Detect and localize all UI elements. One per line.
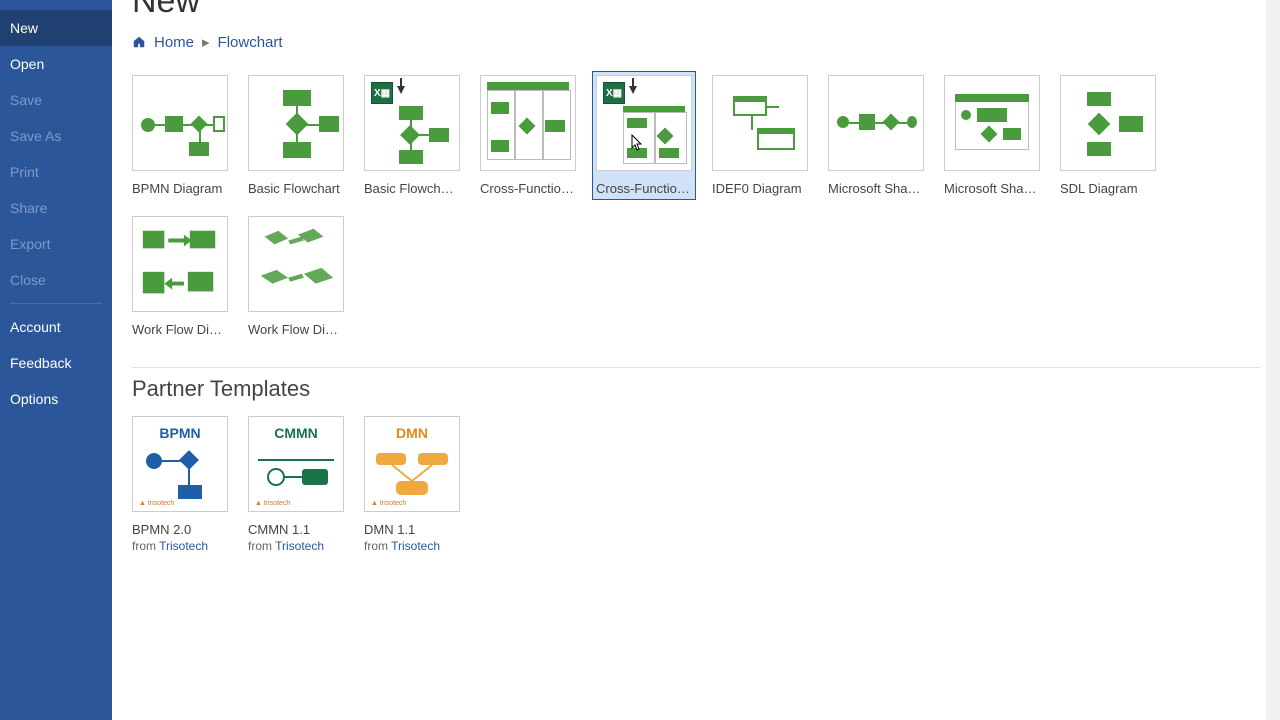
nav-label: Save As	[10, 128, 61, 144]
template-workflow-diagram-3d[interactable]: Work Flow Diagr...	[248, 216, 344, 337]
template-thumb	[480, 75, 576, 171]
partner-label: DMN 1.1	[364, 522, 460, 537]
nav-label: Account	[10, 319, 61, 335]
vendor-link[interactable]: Trisotech	[275, 539, 324, 553]
template-label: Work Flow Diagr...	[248, 322, 344, 337]
excel-icon: X▦	[603, 82, 625, 104]
nav-open[interactable]: Open	[0, 46, 112, 82]
nav-share: Share	[0, 190, 112, 226]
nav-label: Print	[10, 164, 39, 180]
template-label: BPMN Diagram	[132, 181, 228, 196]
import-arrow-icon	[397, 86, 405, 94]
home-icon	[132, 35, 146, 49]
template-cross-functional[interactable]: Cross-Functional...	[480, 75, 576, 196]
templates-grid: BPMN Diagram Basic Flowchart X▦	[132, 75, 1260, 337]
partner-vendor: from Trisotech	[132, 539, 228, 553]
nav-label: Share	[10, 200, 47, 216]
template-thumb	[132, 216, 228, 312]
template-label: Cross-Functional...	[480, 181, 576, 196]
nav-label: Save	[10, 92, 42, 108]
nav-account[interactable]: Account	[0, 309, 112, 345]
nav-save-as: Save As	[0, 118, 112, 154]
section-divider	[132, 367, 1260, 368]
nav-label: Feedback	[10, 355, 71, 371]
template-thumb: X▦	[364, 75, 460, 171]
template-sharepoint-workflow-2[interactable]: Microsoft Share...	[944, 75, 1040, 196]
trisotech-logo: ▲ trisotech	[255, 500, 290, 507]
vertical-scrollbar[interactable]	[1266, 0, 1280, 720]
template-thumb	[248, 216, 344, 312]
partner-thumb-title: DMN	[396, 425, 428, 441]
template-bpmn-diagram[interactable]: BPMN Diagram	[132, 75, 228, 196]
main-content: New Home ▸ Flowchart BPMN Diagram	[112, 0, 1280, 720]
template-sdl-diagram[interactable]: SDL Diagram	[1060, 75, 1156, 196]
nav-print: Print	[0, 154, 112, 190]
partner-vendor: from Trisotech	[248, 539, 344, 553]
nav-label: Open	[10, 56, 44, 72]
excel-icon: X▦	[371, 82, 393, 104]
nav-label: Export	[10, 236, 50, 252]
template-thumb: X▦	[596, 75, 692, 171]
template-label: Microsoft Share...	[828, 181, 924, 196]
vendor-link[interactable]: Trisotech	[159, 539, 208, 553]
nav-options[interactable]: Options	[0, 381, 112, 417]
template-label: IDEF0 Diagram	[712, 181, 808, 196]
nav-label: Close	[10, 272, 46, 288]
nav-export: Export	[0, 226, 112, 262]
breadcrumb: Home ▸ Flowchart	[132, 33, 1260, 51]
partner-bpmn[interactable]: BPMN ▲ trisotech BPMN 2.0 from Trisotech	[132, 416, 228, 553]
partner-templates-grid: BPMN ▲ trisotech BPMN 2.0 from Trisotech…	[132, 416, 1260, 553]
template-thumb	[248, 75, 344, 171]
template-thumb	[132, 75, 228, 171]
template-workflow-diagram[interactable]: Work Flow Diagr...	[132, 216, 228, 337]
vendor-link[interactable]: Trisotech	[391, 539, 440, 553]
template-sharepoint-workflow[interactable]: Microsoft Share...	[828, 75, 924, 196]
nav-label: Options	[10, 391, 58, 407]
partner-cmmn[interactable]: CMMN ▲ trisotech CMMN 1.1 from Trisotech	[248, 416, 344, 553]
template-label: Cross-Functional...	[596, 181, 692, 196]
trisotech-logo: ▲ trisotech	[371, 500, 406, 507]
template-label: Basic Flowchart...	[364, 181, 460, 196]
chevron-right-icon: ▸	[202, 33, 210, 51]
nav-feedback[interactable]: Feedback	[0, 345, 112, 381]
partner-label: CMMN 1.1	[248, 522, 344, 537]
import-arrow-icon	[629, 86, 637, 94]
nav-new[interactable]: New	[0, 10, 112, 46]
partner-dmn[interactable]: DMN ▲ trisotech DMN 1.1 from Trisotech	[364, 416, 460, 553]
template-label: Basic Flowchart	[248, 181, 344, 196]
nav-close: Close	[0, 262, 112, 298]
trisotech-logo: ▲ trisotech	[139, 500, 174, 507]
page-title: New	[132, 0, 1260, 21]
partner-thumb: DMN ▲ trisotech	[364, 416, 460, 512]
template-idef0-diagram[interactable]: IDEF0 Diagram	[712, 75, 808, 196]
nav-label: New	[10, 20, 38, 36]
partner-thumb: CMMN ▲ trisotech	[248, 416, 344, 512]
template-thumb	[944, 75, 1040, 171]
template-cross-functional-data[interactable]: X▦ Cross-Functional...	[592, 71, 696, 200]
backstage-sidebar: New Open Save Save As Print Share Export…	[0, 0, 112, 720]
template-thumb	[712, 75, 808, 171]
template-thumb	[1060, 75, 1156, 171]
nav-save: Save	[0, 82, 112, 118]
partner-label: BPMN 2.0	[132, 522, 228, 537]
partner-vendor: from Trisotech	[364, 539, 460, 553]
template-label: Microsoft Share...	[944, 181, 1040, 196]
template-basic-flowchart[interactable]: Basic Flowchart	[248, 75, 344, 196]
template-thumb	[828, 75, 924, 171]
partner-templates-heading: Partner Templates	[132, 376, 1260, 402]
breadcrumb-home[interactable]: Home	[154, 34, 194, 51]
template-basic-flowchart-data[interactable]: X▦ Basic Flowchart...	[364, 75, 460, 196]
template-label: Work Flow Diagr...	[132, 322, 228, 337]
sidebar-separator	[10, 303, 102, 304]
partner-thumb-title: BPMN	[159, 425, 200, 441]
template-label: SDL Diagram	[1060, 181, 1156, 196]
partner-thumb: BPMN ▲ trisotech	[132, 416, 228, 512]
partner-thumb-title: CMMN	[274, 425, 318, 441]
breadcrumb-current: Flowchart	[218, 34, 283, 51]
